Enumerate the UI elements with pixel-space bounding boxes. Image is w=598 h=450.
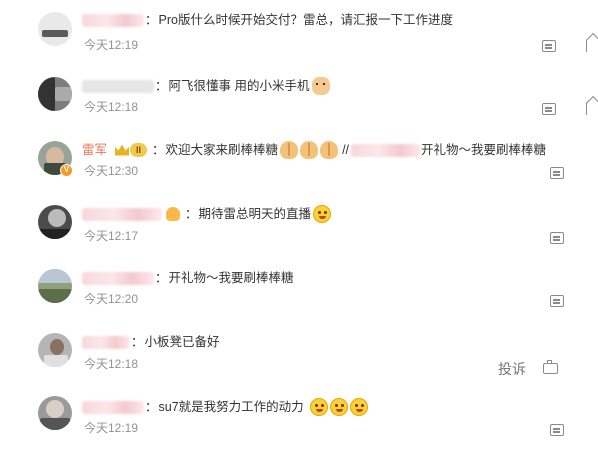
- excited-face-emoji-icon: [349, 398, 368, 416]
- comment-icon[interactable]: [542, 40, 556, 52]
- comment-text: su7就是我努力工作的动力: [158, 400, 304, 414]
- comment-line: ： 阿飞很懂事 用的小米手机: [82, 77, 330, 95]
- comment-icon[interactable]: [542, 103, 556, 115]
- comment-icon[interactable]: [550, 232, 564, 244]
- timestamp: 今天12:18: [84, 357, 139, 371]
- happy-face-emoji-icon: [313, 205, 332, 223]
- comment-line: ： su7就是我努力工作的动力: [82, 398, 368, 416]
- comment-line: ： Pro版什么时候开始交付？雷总，请汇报一下工作进度: [82, 11, 453, 29]
- repost-separator: //: [342, 143, 350, 157]
- comment-icon[interactable]: [550, 167, 564, 179]
- timestamp: 今天12:17: [84, 229, 139, 243]
- comment-text: 阿飞很懂事 用的小米手机: [168, 79, 310, 93]
- timestamp: 今天12:30: [84, 164, 139, 178]
- username-redacted[interactable]: [82, 79, 154, 93]
- comment-line: ： 期待雷总明天的直播: [82, 205, 332, 223]
- avatar[interactable]: [38, 396, 72, 430]
- avatar[interactable]: [38, 333, 72, 367]
- username-redacted[interactable]: [82, 335, 130, 349]
- timestamp: 今天12:20: [84, 292, 139, 306]
- username[interactable]: 雷军: [82, 141, 107, 159]
- comment-icon[interactable]: [550, 295, 564, 307]
- comment-text: 小板凳已备好: [144, 335, 220, 349]
- comment-text: 欢迎大家来刷棒棒糖: [165, 143, 279, 157]
- comment-icon[interactable]: [550, 424, 564, 436]
- cat-emoji-icon: [311, 77, 330, 95]
- share-icon[interactable]: [586, 40, 596, 52]
- excited-face-emoji-icon: [309, 398, 328, 416]
- crown-badge-icon: [166, 207, 180, 221]
- comment-text: 期待雷总明天的直播: [198, 207, 312, 221]
- avatar[interactable]: [38, 12, 72, 46]
- username-redacted[interactable]: [82, 271, 154, 285]
- username-redacted[interactable]: [351, 143, 422, 157]
- level-badge: II: [130, 143, 148, 157]
- avatar[interactable]: [38, 269, 72, 303]
- username-redacted[interactable]: [82, 207, 162, 221]
- comment-line: ： 开礼物～我要刷棒棒糖: [82, 269, 294, 287]
- praying-hands-emoji-icon: [320, 141, 339, 159]
- share-icon[interactable]: [586, 103, 596, 115]
- comment-text: Pro版什么时候开始交付？雷总，请汇报一下工作进度: [158, 13, 453, 27]
- avatar[interactable]: [38, 77, 72, 111]
- report-icon[interactable]: [542, 360, 558, 376]
- verified-badge-icon: V: [60, 164, 73, 177]
- timestamp: 今天12:18: [84, 100, 139, 114]
- timestamp: 今天12:19: [84, 421, 139, 435]
- username-redacted[interactable]: [82, 400, 144, 414]
- timestamp: 今天12:19: [84, 38, 139, 52]
- comment-text: 开礼物～我要刷棒棒糖: [168, 271, 294, 285]
- comment-line: ： 小板凳已备好: [82, 333, 220, 351]
- comment-line: 雷军 II ： 欢迎大家来刷棒棒糖 // 开礼物～我要刷棒棒糖: [82, 141, 547, 159]
- excited-face-emoji-icon: [329, 398, 348, 416]
- avatar[interactable]: [38, 205, 72, 239]
- praying-hands-emoji-icon: [300, 141, 319, 159]
- username-redacted[interactable]: [82, 13, 144, 27]
- report-button[interactable]: 投诉: [498, 359, 526, 379]
- praying-hands-emoji-icon: [280, 141, 299, 159]
- crown-badge-icon: [115, 144, 130, 156]
- quoted-text: 开礼物～我要刷棒棒糖: [421, 143, 547, 157]
